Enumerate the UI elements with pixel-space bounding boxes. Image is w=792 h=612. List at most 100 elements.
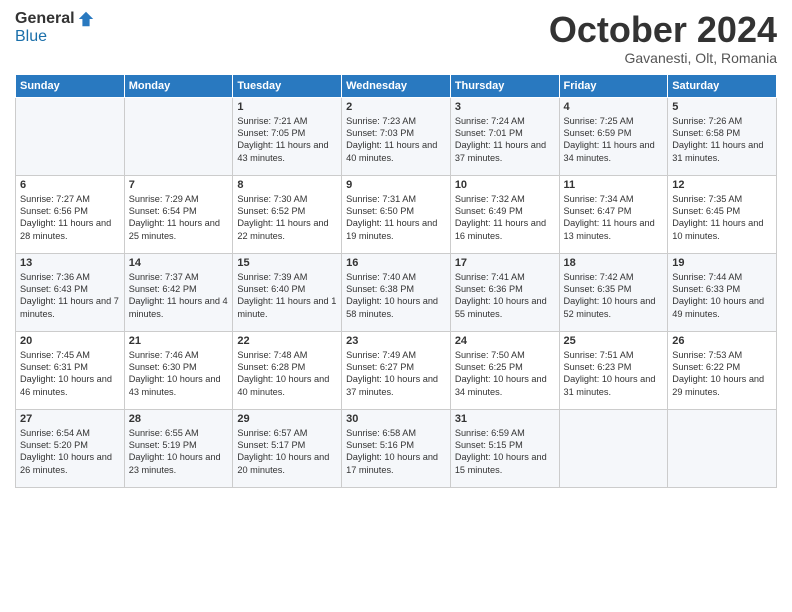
cell-content: Sunrise: 7:30 AM Sunset: 6:52 PM Dayligh… [237,193,337,243]
day-number: 30 [346,413,446,425]
day-number: 15 [237,257,337,269]
title-block: October 2024 Gavanesti, Olt, Romania [549,10,777,66]
calendar-cell: 2Sunrise: 7:23 AM Sunset: 7:03 PM Daylig… [342,97,451,175]
week-row-3: 20 Sunrise: 7:45 AM Sunset: 6:31 PM Dayli… [16,331,777,409]
day-number: 2 [346,101,446,113]
cell-content: Sunrise: 6:57 AM Sunset: 5:17 PM Dayligh… [237,427,337,477]
day-number: 25 [564,335,664,347]
calendar-cell: 9Sunrise: 7:31 AM Sunset: 6:50 PM Daylig… [342,175,451,253]
cell-content: Sunrise: 7:27 AM Sunset: 6:56 PM Dayligh… [20,193,120,243]
day-number: 21 [129,335,229,347]
calendar-cell: 27 Sunrise: 6:54 AM Sunset: 5:20 PM Dayli… [16,409,125,487]
cell-content: Sunrise: 6:54 AM Sunset: 5:20 PM Dayligh… [20,427,120,477]
month-title: October 2024 [549,10,777,50]
cell-content: Sunrise: 7:41 AM Sunset: 6:36 PM Dayligh… [455,271,555,321]
logo: General Blue [15,10,95,46]
calendar-cell: 24 Sunrise: 7:50 AM Sunset: 6:25 PM Dayli… [450,331,559,409]
calendar-cell: 3 Sunrise: 7:24 AM Sunset: 7:01 PM Daylig… [450,97,559,175]
cell-content: Sunrise: 7:25 AM Sunset: 6:59 PM Dayligh… [564,115,664,165]
cell-content: Sunrise: 7:37 AM Sunset: 6:42 PM Dayligh… [129,271,229,321]
logo-blue: Blue [15,28,47,45]
day-number: 26 [672,335,772,347]
cell-content: Sunrise: 7:21 AM Sunset: 7:05 PM Dayligh… [237,115,337,165]
calendar-cell: 13Sunrise: 7:36 AM Sunset: 6:43 PM Dayli… [16,253,125,331]
cell-content: Sunrise: 7:34 AM Sunset: 6:47 PM Dayligh… [564,193,664,243]
calendar-cell: 29Sunrise: 6:57 AM Sunset: 5:17 PM Dayli… [233,409,342,487]
calendar-cell: 25Sunrise: 7:51 AM Sunset: 6:23 PM Dayli… [559,331,668,409]
calendar-cell: 12 Sunrise: 7:35 AM Sunset: 6:45 PM Dayli… [668,175,777,253]
logo-general: General [15,10,75,28]
header: General Blue October 2024 Gavanesti, Olt… [15,10,777,66]
calendar-cell: 30 Sunrise: 6:58 AM Sunset: 5:16 PM Dayli… [342,409,451,487]
day-number: 7 [129,179,229,191]
cell-content: Sunrise: 7:32 AM Sunset: 6:49 PM Dayligh… [455,193,555,243]
logo-text: General [15,10,95,28]
calendar-cell [124,97,233,175]
day-header-tuesday: Tuesday [233,74,342,97]
calendar-cell: 14 Sunrise: 7:37 AM Sunset: 6:42 PM Dayli… [124,253,233,331]
day-header-saturday: Saturday [668,74,777,97]
calendar-cell [16,97,125,175]
cell-content: Sunrise: 7:36 AM Sunset: 6:43 PM Dayligh… [20,271,120,321]
cell-content: Sunrise: 7:35 AM Sunset: 6:45 PM Dayligh… [672,193,772,243]
day-number: 19 [672,257,772,269]
day-number: 27 [20,413,120,425]
day-number: 23 [346,335,446,347]
day-number: 28 [129,413,229,425]
day-number: 5 [672,101,772,113]
day-number: 4 [564,101,664,113]
calendar-cell: 8Sunrise: 7:30 AM Sunset: 6:52 PM Daylig… [233,175,342,253]
day-number: 22 [237,335,337,347]
calendar-cell: 6 Sunrise: 7:27 AM Sunset: 6:56 PM Daylig… [16,175,125,253]
logo-blue-text: Blue [15,28,47,46]
cell-content: Sunrise: 7:48 AM Sunset: 6:28 PM Dayligh… [237,349,337,399]
cell-content: Sunrise: 7:40 AM Sunset: 6:38 PM Dayligh… [346,271,446,321]
cell-content: Sunrise: 7:24 AM Sunset: 7:01 PM Dayligh… [455,115,555,165]
week-row-0: 1Sunrise: 7:21 AM Sunset: 7:05 PM Daylig… [16,97,777,175]
calendar-table: SundayMondayTuesdayWednesdayThursdayFrid… [15,74,777,488]
calendar-cell: 5 Sunrise: 7:26 AM Sunset: 6:58 PM Daylig… [668,97,777,175]
day-number: 6 [20,179,120,191]
cell-content: Sunrise: 7:50 AM Sunset: 6:25 PM Dayligh… [455,349,555,399]
calendar-cell: 11 Sunrise: 7:34 AM Sunset: 6:47 PM Dayli… [559,175,668,253]
cell-content: Sunrise: 7:31 AM Sunset: 6:50 PM Dayligh… [346,193,446,243]
header-row: SundayMondayTuesdayWednesdayThursdayFrid… [16,74,777,97]
cell-content: Sunrise: 7:53 AM Sunset: 6:22 PM Dayligh… [672,349,772,399]
calendar-cell: 7Sunrise: 7:29 AM Sunset: 6:54 PM Daylig… [124,175,233,253]
page-container: General Blue October 2024 Gavanesti, Olt… [0,0,792,498]
day-number: 31 [455,413,555,425]
calendar-cell: 16 Sunrise: 7:40 AM Sunset: 6:38 PM Dayli… [342,253,451,331]
cell-content: Sunrise: 6:58 AM Sunset: 5:16 PM Dayligh… [346,427,446,477]
cell-content: Sunrise: 7:42 AM Sunset: 6:35 PM Dayligh… [564,271,664,321]
cell-content: Sunrise: 7:26 AM Sunset: 6:58 PM Dayligh… [672,115,772,165]
day-number: 10 [455,179,555,191]
cell-content: Sunrise: 6:55 AM Sunset: 5:19 PM Dayligh… [129,427,229,477]
cell-content: Sunrise: 7:45 AM Sunset: 6:31 PM Dayligh… [20,349,120,399]
day-number: 11 [564,179,664,191]
week-row-4: 27 Sunrise: 6:54 AM Sunset: 5:20 PM Dayli… [16,409,777,487]
day-number: 24 [455,335,555,347]
day-number: 12 [672,179,772,191]
week-row-1: 6 Sunrise: 7:27 AM Sunset: 6:56 PM Daylig… [16,175,777,253]
calendar-cell: 4 Sunrise: 7:25 AM Sunset: 6:59 PM Daylig… [559,97,668,175]
week-row-2: 13Sunrise: 7:36 AM Sunset: 6:43 PM Dayli… [16,253,777,331]
logo-icon [77,10,95,28]
day-header-thursday: Thursday [450,74,559,97]
cell-content: Sunrise: 7:44 AM Sunset: 6:33 PM Dayligh… [672,271,772,321]
calendar-cell: 28 Sunrise: 6:55 AM Sunset: 5:19 PM Dayli… [124,409,233,487]
day-number: 20 [20,335,120,347]
day-header-monday: Monday [124,74,233,97]
calendar-cell: 10 Sunrise: 7:32 AM Sunset: 6:49 PM Dayli… [450,175,559,253]
location-subtitle: Gavanesti, Olt, Romania [549,50,777,66]
day-number: 16 [346,257,446,269]
calendar-cell: 22 Sunrise: 7:48 AM Sunset: 6:28 PM Dayli… [233,331,342,409]
day-number: 14 [129,257,229,269]
calendar-cell: 19 Sunrise: 7:44 AM Sunset: 6:33 PM Dayli… [668,253,777,331]
day-number: 3 [455,101,555,113]
calendar-cell: 15Sunrise: 7:39 AM Sunset: 6:40 PM Dayli… [233,253,342,331]
day-number: 18 [564,257,664,269]
day-header-sunday: Sunday [16,74,125,97]
day-header-wednesday: Wednesday [342,74,451,97]
calendar-cell: 23Sunrise: 7:49 AM Sunset: 6:27 PM Dayli… [342,331,451,409]
day-number: 17 [455,257,555,269]
